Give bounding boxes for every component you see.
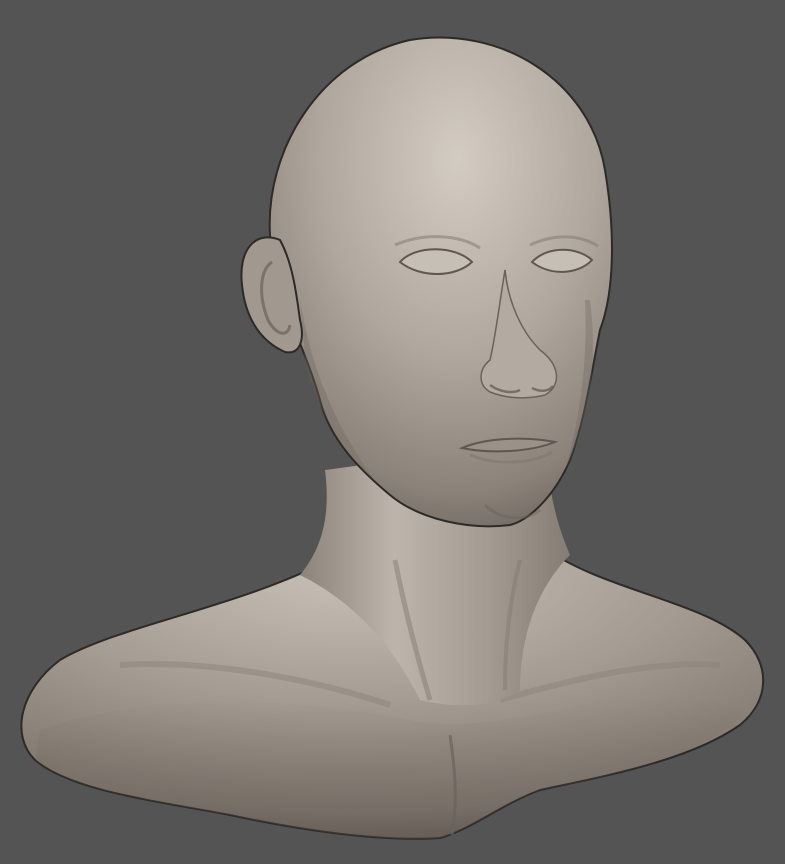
sculpt-viewport [0,0,785,864]
bust-render [20,36,765,840]
bald-head-icon [268,36,613,528]
